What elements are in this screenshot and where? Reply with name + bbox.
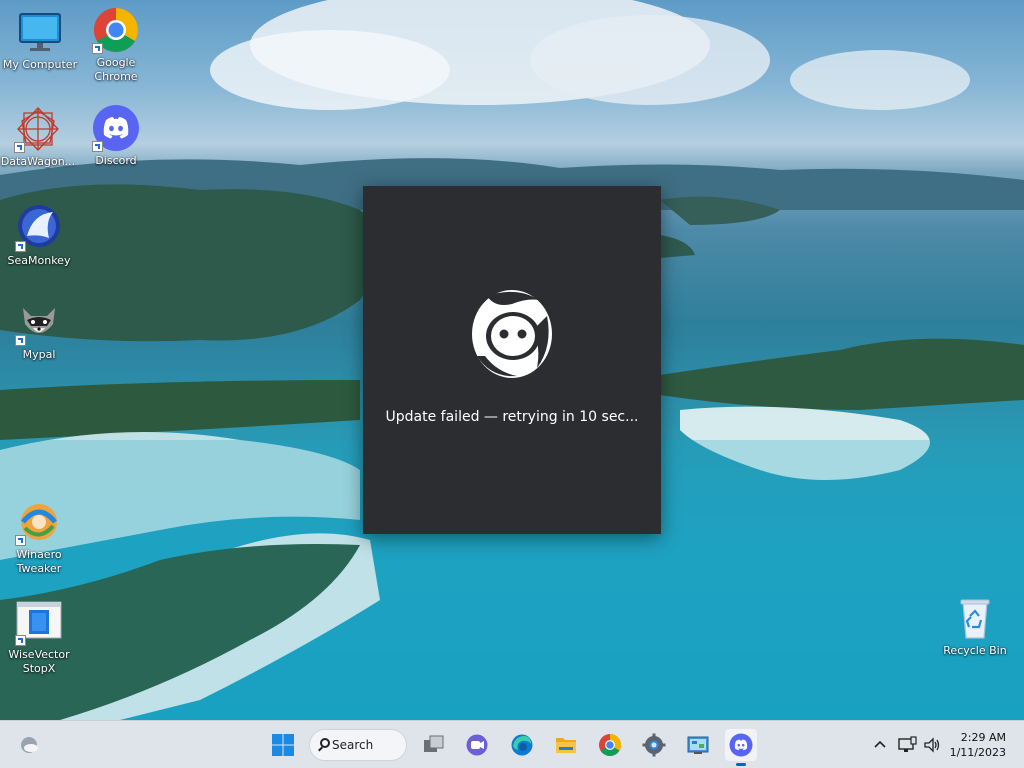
folder-icon <box>556 738 576 753</box>
discord-update-splash: Update failed — retrying in 10 sec... <box>363 186 661 534</box>
datawagon-icon <box>14 105 62 153</box>
taskbar: Search 2:29 AM 1/11/2023 <box>0 720 1024 768</box>
shortcut-arrow-icon <box>15 335 26 346</box>
clock[interactable]: 2:29 AM 1/11/2023 <box>950 730 1006 760</box>
task-view-button[interactable] <box>418 729 450 761</box>
desktop-icon-mypal[interactable]: Mypal <box>1 298 77 362</box>
desktop-icon-label: Google Chrome <box>94 56 138 83</box>
volume-icon[interactable] <box>922 735 942 755</box>
recycle-bin-icon <box>951 594 999 642</box>
gear-icon <box>642 733 666 757</box>
control-panel-button[interactable] <box>682 729 714 761</box>
shortcut-arrow-icon <box>15 535 26 546</box>
shortcut-arrow-icon <box>15 241 26 252</box>
file-explorer-button[interactable] <box>550 729 582 761</box>
desktop-icon-seamonkey[interactable]: SeaMonkey <box>1 204 77 268</box>
seamonkey-icon <box>15 204 63 252</box>
desktop-icon-label: WiseVector StopX <box>8 648 70 675</box>
desktop-icon-label: My Computer <box>2 58 78 71</box>
desktop-icon-google-chrome[interactable]: Google Chrome <box>78 6 154 84</box>
task-view-icon <box>424 735 444 752</box>
chrome-icon <box>92 6 140 54</box>
desktop-icon-label: Recycle Bin <box>943 644 1007 657</box>
chrome-icon <box>599 734 621 756</box>
teams-chat-icon <box>466 734 488 756</box>
winaero-icon <box>15 498 63 546</box>
network-icon[interactable] <box>897 735 917 755</box>
widgets-button[interactable] <box>13 729 45 761</box>
desktop-icon-label: Discord <box>95 154 137 167</box>
settings-button[interactable] <box>638 729 670 761</box>
weather-icon <box>21 737 38 753</box>
desktop-icon-datawagon[interactable]: DataWagon... <box>0 105 76 169</box>
shortcut-arrow-icon <box>92 43 103 54</box>
desktop-icon-label: DataWagon... <box>0 155 76 168</box>
desktop-icon-label: Mypal <box>22 348 56 361</box>
start-button[interactable] <box>267 729 299 761</box>
clock-date: 1/11/2023 <box>949 746 1006 759</box>
discord-icon <box>92 104 140 152</box>
chevron-up-icon[interactable] <box>870 735 890 755</box>
chrome-taskbar-button[interactable] <box>594 729 626 761</box>
desktop-icon-label: SeaMonkey <box>7 254 71 267</box>
wisevector-icon <box>15 598 63 646</box>
edge-button[interactable] <box>506 729 538 761</box>
shortcut-arrow-icon <box>92 141 103 152</box>
shortcut-arrow-icon <box>14 142 25 153</box>
desktop-icon-winaero-tweaker[interactable]: Winaero Tweaker <box>1 498 77 576</box>
shortcut-arrow-icon <box>15 635 26 646</box>
search-label: Search <box>332 738 374 752</box>
edge-icon <box>511 734 533 756</box>
monitor-icon <box>16 8 64 56</box>
desktop-icon-wisevector-stopx[interactable]: WiseVector StopX <box>1 598 77 676</box>
discord-splash-logo-icon <box>467 286 557 382</box>
teams-chat-button[interactable] <box>461 729 493 761</box>
desktop-icon-label: Winaero Tweaker <box>16 548 62 575</box>
taskbar-search-box[interactable]: Search <box>309 729 407 761</box>
search-icon <box>320 738 330 748</box>
desktop-icon-my-computer[interactable]: My Computer <box>2 8 78 72</box>
discord-taskbar-button[interactable] <box>725 729 757 766</box>
clock-time: 2:29 AM <box>960 731 1006 744</box>
desktop-icon-recycle-bin[interactable]: Recycle Bin <box>937 594 1013 658</box>
update-status-text: Update failed — retrying in 10 sec... <box>385 409 639 425</box>
windows-logo-icon <box>272 734 294 756</box>
control-panel-icon <box>687 736 709 754</box>
discord-icon <box>729 733 753 757</box>
desktop-icon-discord[interactable]: Discord <box>78 104 154 168</box>
raccoon-icon <box>15 298 63 346</box>
